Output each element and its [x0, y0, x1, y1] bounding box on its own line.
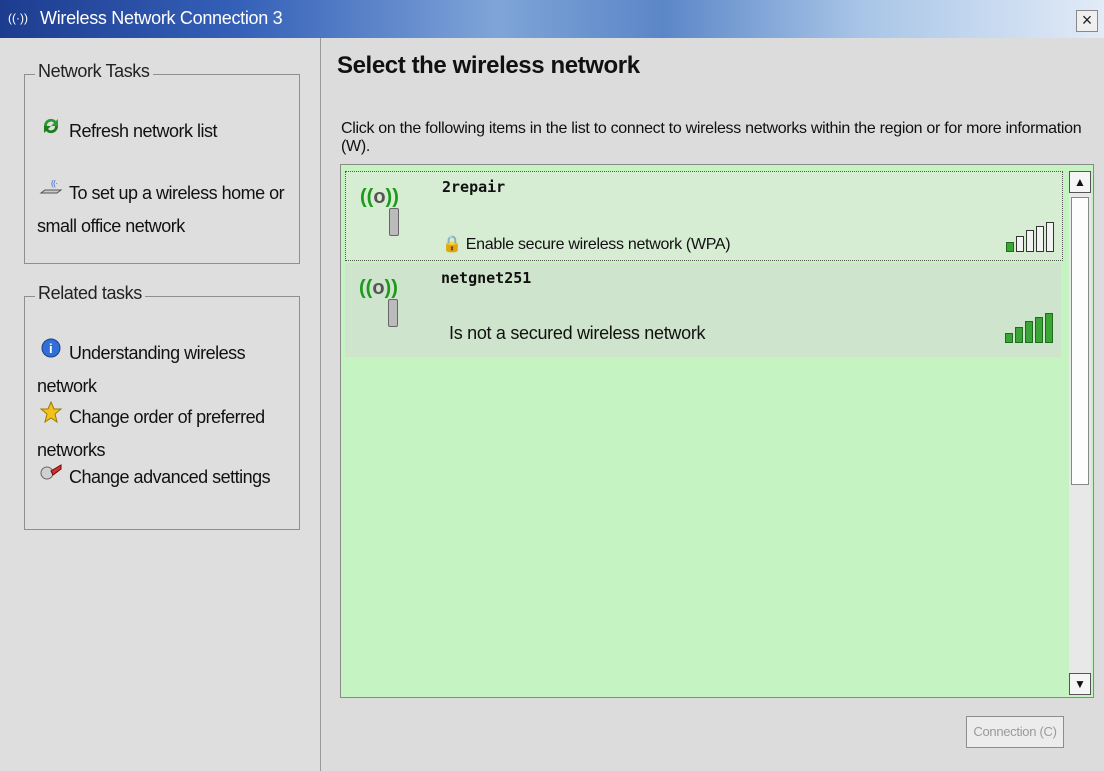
- wireless-network-icon: ((o)): [359, 277, 398, 327]
- network-status-text: Enable secure wireless network (WPA): [465, 236, 731, 253]
- signal-strength: [1006, 222, 1054, 252]
- page-heading: Select the wireless network: [337, 52, 640, 79]
- change-order-label: Change order of preferred networks: [37, 407, 265, 460]
- settings-icon: [37, 461, 65, 494]
- network-tasks-title: Network Tasks: [35, 61, 153, 82]
- scroll-down-button[interactable]: ▼: [1069, 673, 1091, 695]
- related-tasks-title: Related tasks: [35, 283, 145, 304]
- info-icon: i: [37, 337, 65, 370]
- close-button[interactable]: ×: [1076, 10, 1098, 32]
- network-item[interactable]: ((o)) 2repair 🔒 Enable secure wireless n…: [345, 171, 1063, 261]
- pane-divider: [320, 38, 321, 771]
- change-preferred-order[interactable]: Change order of preferred networks: [37, 400, 299, 467]
- related-tasks-group: Related tasks i Understanding wireless n…: [24, 283, 300, 530]
- list-scrollbar[interactable]: ▲ ▼: [1069, 171, 1091, 695]
- svg-text:i: i: [49, 341, 52, 356]
- network-tasks-group: Network Tasks Refresh network list ((· T…: [24, 61, 300, 264]
- network-item[interactable]: ((o)) netgnet251 Is not a secured wirele…: [345, 263, 1061, 357]
- connect-button[interactable]: Connection (C): [966, 716, 1064, 748]
- wireless-network-icon: ((o)): [360, 186, 399, 236]
- network-ssid: 2repair: [442, 178, 506, 196]
- title-bar: ((·)) Wireless Network Connection 3 ×: [0, 0, 1104, 38]
- change-advanced-settings[interactable]: Change advanced settings: [37, 461, 271, 494]
- lock-icon: 🔒: [442, 236, 462, 253]
- star-icon: [37, 400, 65, 434]
- setup-home-network[interactable]: ((· To set up a wireless home or small o…: [37, 177, 299, 243]
- network-list[interactable]: ((o)) 2repair 🔒 Enable secure wireless n…: [340, 164, 1094, 698]
- instructions: Click on the following items in the list…: [341, 120, 1082, 155]
- refresh-label: Refresh network list: [69, 121, 218, 141]
- refresh-icon: [37, 115, 65, 148]
- window-title: Wireless Network Connection 3: [40, 8, 283, 28]
- wireless-icon: ((·)): [8, 11, 28, 25]
- setup-label: To set up a wireless home or small offic…: [37, 183, 285, 236]
- scroll-up-button[interactable]: ▲: [1069, 171, 1091, 193]
- setup-icon: ((·: [37, 177, 65, 210]
- network-status: 🔒 Enable secure wireless network (WPA): [442, 234, 731, 254]
- understanding-label: Understanding wireless network: [37, 343, 246, 396]
- advanced-settings-label: Change advanced settings: [69, 467, 271, 487]
- svg-text:((·: ((·: [51, 179, 58, 188]
- network-status-text: Is not a secured wireless network: [449, 323, 706, 343]
- understanding-wireless-network[interactable]: i Understanding wireless network: [37, 337, 299, 403]
- refresh-network-list[interactable]: Refresh network list: [37, 115, 218, 148]
- signal-strength: [1005, 313, 1053, 343]
- scroll-thumb[interactable]: [1071, 197, 1089, 485]
- network-ssid: netgnet251: [441, 269, 532, 287]
